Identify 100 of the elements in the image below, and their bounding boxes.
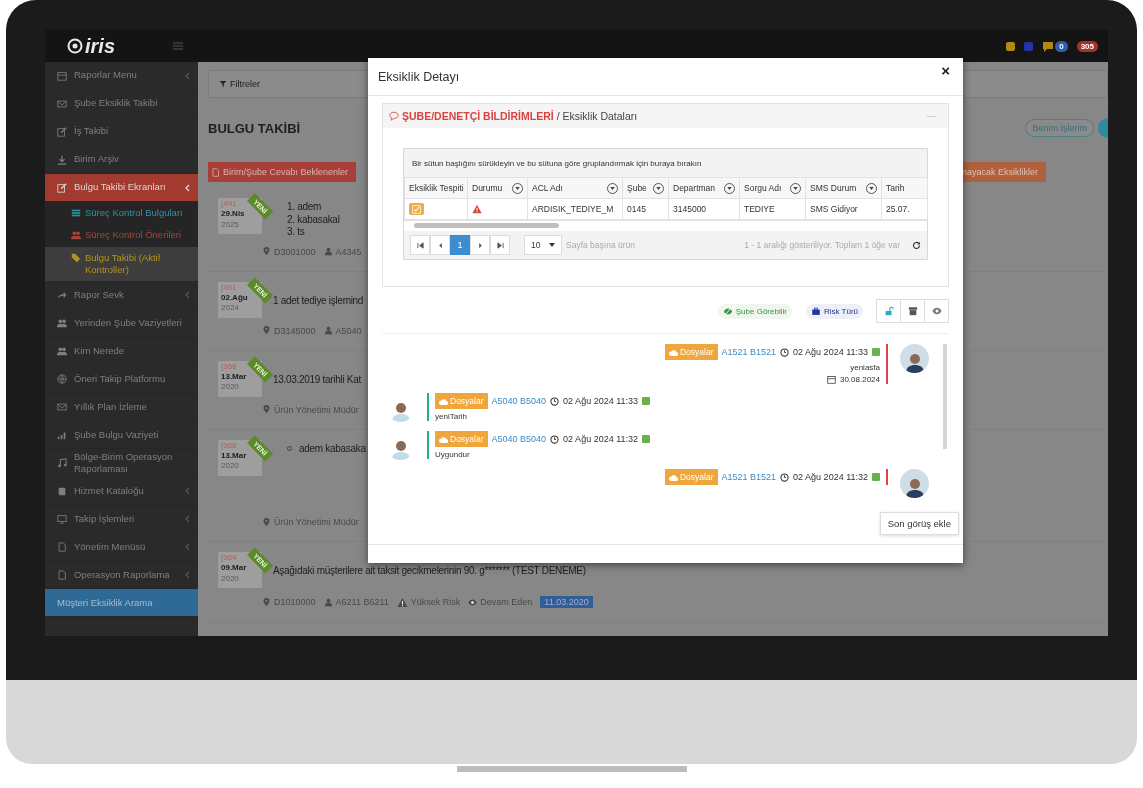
book-icon [57,485,67,496]
sidebar-item[interactable]: Raporlar Menu [45,62,198,90]
comment-time: 02 Ağu 2024 11:33 [563,396,638,407]
files-button[interactable]: Dosyalar [435,431,488,448]
clock-icon [550,434,560,444]
check-icon [872,473,880,482]
location-icon [262,405,271,414]
risk-type-button[interactable]: Risk Türü [805,303,863,319]
monitor-icon [57,513,67,524]
first-page-button[interactable] [410,235,430,256]
scrollbar[interactable] [404,220,927,232]
sidebar-item[interactable]: Takip İşlemleri [45,505,198,534]
document-icon [57,569,67,580]
sidebar-item[interactable]: Hizmet Kataloğu [45,477,198,506]
edit-check-button[interactable] [409,203,424,216]
avatar [900,344,929,374]
user-icon [323,326,333,335]
sidebar-item[interactable]: Şube Eksiklik Takibi [45,90,198,118]
submenu-item[interactable]: Süreç Kontrol Önerileri [45,224,198,247]
calendar-icon [826,375,836,385]
user-link[interactable]: A1521 B1521 [721,347,777,358]
document-icon [211,167,220,177]
logo-icon [67,38,83,54]
warning-icon [472,204,482,215]
chevron-icon [184,71,190,80]
avatar [900,469,929,499]
sidebar-item[interactable]: Kim Nerede [45,337,198,366]
files-button[interactable]: Dosyalar [435,393,488,410]
scrollbar[interactable] [943,344,947,450]
globe-icon [57,373,67,384]
eye-button[interactable] [924,299,949,324]
table-cell: 3145000 [668,198,740,220]
clock-icon [550,396,560,406]
submenu-item[interactable]: Bulgu Takibi (Aktif Kontroller) [45,246,198,282]
sidebar-item[interactable]: İş Takibi [45,118,198,146]
finding-text: adem kabasaka [299,442,366,455]
close-button[interactable]: × [938,62,953,79]
caret-icon [549,243,555,248]
user-link[interactable]: A5040 B5040 [491,396,547,407]
add-final-opinion-button[interactable]: Son görüş ekle [879,512,959,536]
sidebar-item[interactable]: Rapor Sevk [45,281,198,310]
files-button[interactable]: Dosyalar [665,344,718,361]
page-button[interactable]: 1 [450,235,470,256]
user-link[interactable]: A1521 B1521 [721,472,777,483]
sidebar-item[interactable]: Yerinden Şube Vaziyetleri [45,309,198,338]
chevron-icon [184,542,190,551]
users-icon [57,317,67,328]
sidebar-item[interactable]: Müşteri Eksiklik Arama [45,589,198,618]
location-icon [262,247,271,256]
panel-title[interactable]: ŞUBE/DENETÇİ BİLDİRİMLERİ [402,110,554,123]
briefcase-icon [810,306,821,316]
column-header[interactable]: ACL Adı [532,183,563,194]
finding-text: 13.03.2019 tarihli Kat [273,372,361,387]
chevron-icon [184,570,190,579]
table-cell: TEDIYE [739,198,806,220]
meta-text: A6211 B6211 [335,597,389,607]
envelope-icon [57,401,67,412]
sidebar-item[interactable]: Yıllık Plan İzleme [45,393,198,422]
sidebar-item[interactable]: Yönetim Menüsü [45,533,198,562]
sidebar-item[interactable]: Bölge-Birim Operasyon Raporlaması [45,449,198,478]
clock-icon [780,472,790,482]
download-icon [57,154,67,165]
date-label: 11.03.2020 [540,596,593,608]
right-triangle-icon [477,241,483,249]
check-icon [872,348,880,357]
cloud-icon [669,473,678,481]
check-icon [642,397,650,406]
archive-button[interactable] [900,299,925,324]
submenu-item[interactable]: Süreç Kontrol Bulguları [45,202,198,225]
location-icon [262,326,271,335]
warning-icon [396,596,408,608]
branch-visible-button[interactable]: Şube Görebilir [717,303,792,319]
notification-badge: 305 [1076,40,1098,52]
sidebar-item[interactable]: Şube Bulgu Vaziyeti [45,421,198,450]
page-size-dropdown[interactable]: 10 [524,235,562,256]
pager-summary: 1 - 1 aralığı gösteriliyor. Toplam 1 öğe var [744,240,900,251]
last-page-button[interactable] [490,235,510,256]
page-size-label: Sayfa başına ürün [566,240,635,251]
eye-icon [468,597,478,607]
refresh-icon[interactable] [912,240,921,250]
user-icon [323,597,333,607]
due-date: 30.08.2024 [839,375,880,385]
sidebar-item[interactable]: Bulgu Takibi Ekranları [45,174,198,202]
section-tab[interactable]: Birim/Şube Cevabı Beklenenler [208,162,357,182]
filter-label[interactable]: Filtreler [230,79,260,89]
files-button[interactable]: Dosyalar [665,469,718,486]
page-title: BULGU TAKİBİ [208,120,301,136]
cloud-icon [439,435,448,443]
chevron-icon [184,183,190,192]
table-cell: 25.07. [881,198,928,220]
notification-badge: 0 [1055,40,1068,52]
chevron-icon [184,514,190,523]
eye-slash-icon [722,306,733,316]
chat-icon[interactable] [1042,40,1055,52]
sidebar-item[interactable]: Öneri Takip Platformu [45,365,198,394]
last-page-icon [496,241,504,249]
chevron-icon [184,486,190,495]
meta-text: D3145000 [274,325,316,336]
user-link[interactable]: A5040 B5040 [491,434,547,445]
comment-text: yeniasfa [850,363,880,373]
